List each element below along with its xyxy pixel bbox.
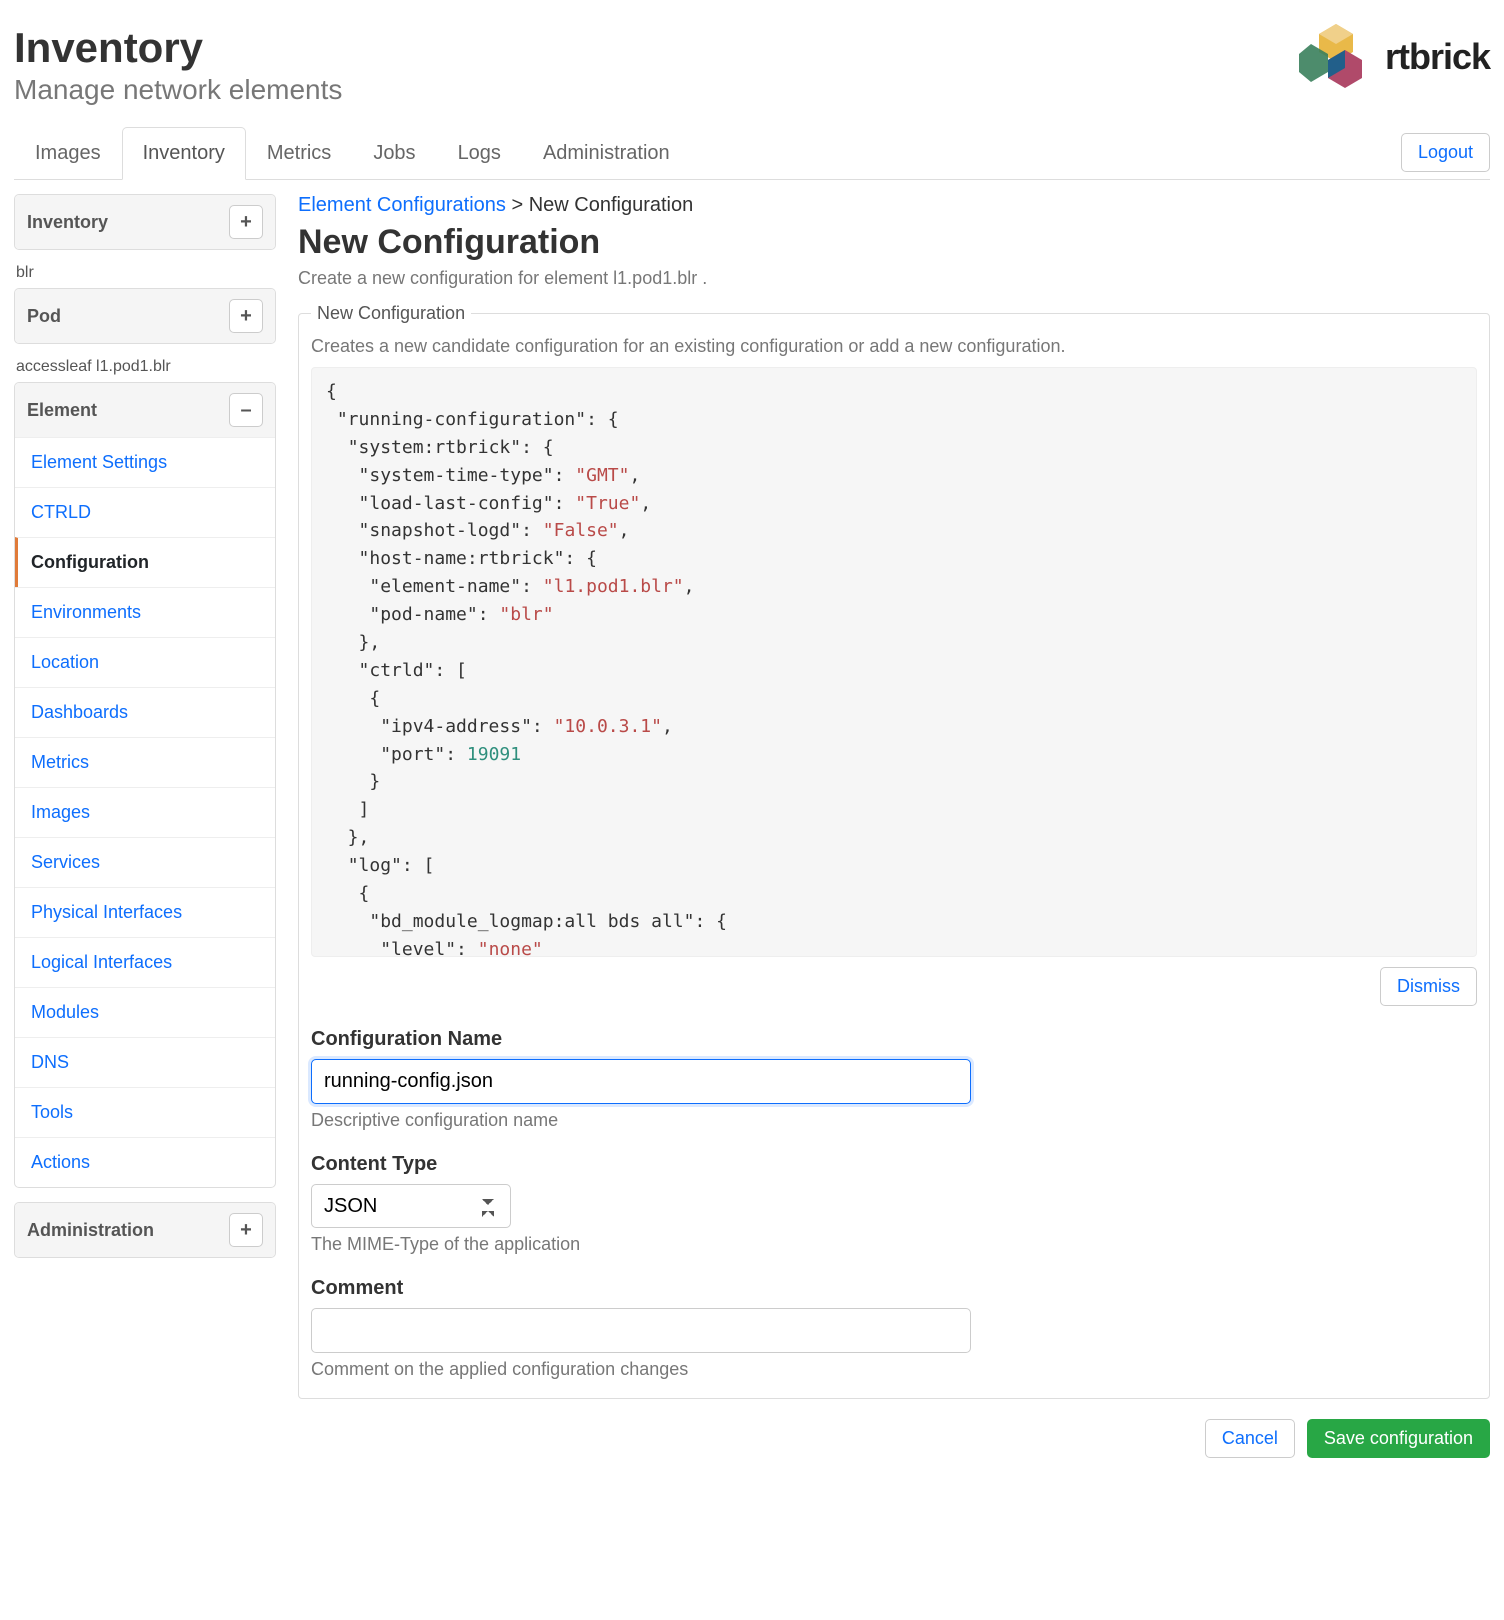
tab-administration[interactable]: Administration [522,127,691,180]
content-type-label: Content Type [311,1153,1477,1176]
sidebar-item-images[interactable]: Images [15,787,275,837]
sidebar-item-ctrld[interactable]: CTRLD [15,487,275,537]
sidebar-item-physical-interfaces[interactable]: Physical Interfaces [15,887,275,937]
config-name-input[interactable] [311,1059,971,1104]
sidebar-item-configuration[interactable]: Configuration [15,537,275,587]
sidebar-item-environments[interactable]: Environments [15,587,275,637]
breadcrumb-current: New Configuration [529,194,694,216]
sidebar-header-element[interactable]: Element– [15,383,275,437]
fieldset-description: Creates a new candidate configuration fo… [311,336,1477,357]
sidebar-group-administration: Administration+ [14,1202,276,1258]
config-json-editor[interactable]: { "running-configuration": { "system:rtb… [311,367,1477,957]
sidebar-item-services[interactable]: Services [15,837,275,887]
content-type-help: The MIME-Type of the application [311,1234,1477,1255]
config-name-label: Configuration Name [311,1028,1477,1051]
sidebar-context-label: blr [16,264,276,282]
sidebar-header-inventory[interactable]: Inventory+ [15,195,275,249]
tab-logs[interactable]: Logs [437,127,522,180]
comment-label: Comment [311,1277,1477,1300]
content-subtext: Create a new configuration for element l… [298,268,1490,289]
sidebar-item-location[interactable]: Location [15,637,275,687]
tab-images[interactable]: Images [14,127,122,180]
tab-inventory[interactable]: Inventory [122,127,246,180]
expand-icon[interactable]: + [229,205,263,239]
sidebar-item-modules[interactable]: Modules [15,987,275,1037]
save-configuration-button[interactable]: Save configuration [1307,1419,1490,1458]
fieldset-legend: New Configuration [311,303,471,324]
breadcrumb: Element Configurations > New Configurati… [298,194,1490,217]
sidebar-item-actions[interactable]: Actions [15,1137,275,1187]
sidebar-group-inventory: Inventory+ [14,194,276,250]
content-heading: New Configuration [298,223,1490,262]
sidebar-item-metrics[interactable]: Metrics [15,737,275,787]
tab-metrics[interactable]: Metrics [246,127,352,180]
sidebar-header-administration[interactable]: Administration+ [15,1203,275,1257]
sidebar-context-label: accessleaf l1.pod1.blr [16,358,276,376]
cancel-button[interactable]: Cancel [1205,1419,1295,1458]
sidebar-item-element-settings[interactable]: Element Settings [15,437,275,487]
collapse-icon[interactable]: – [229,393,263,427]
logout-button[interactable]: Logout [1401,133,1490,172]
dismiss-button[interactable]: Dismiss [1380,967,1477,1006]
breadcrumb-link[interactable]: Element Configurations [298,194,506,216]
sidebar-item-logical-interfaces[interactable]: Logical Interfaces [15,937,275,987]
expand-icon[interactable]: + [229,1213,263,1247]
page-title: Inventory [14,24,342,72]
sidebar-item-dns[interactable]: DNS [15,1037,275,1087]
sidebar-group-pod: Pod+ [14,288,276,344]
new-config-fieldset: New Configuration Creates a new candidat… [298,303,1490,1399]
rtbrick-cube-icon [1299,22,1373,92]
brand-text: rtbrick [1385,36,1490,78]
comment-input[interactable] [311,1308,971,1353]
tab-jobs[interactable]: Jobs [352,127,436,180]
page-subtitle: Manage network elements [14,74,342,106]
content-type-select[interactable]: JSON [311,1184,511,1228]
config-name-help: Descriptive configuration name [311,1110,1477,1131]
sidebar-header-pod[interactable]: Pod+ [15,289,275,343]
sidebar-group-element: Element–Element SettingsCTRLDConfigurati… [14,382,276,1188]
sidebar-item-tools[interactable]: Tools [15,1087,275,1137]
sidebar-item-dashboards[interactable]: Dashboards [15,687,275,737]
comment-help: Comment on the applied configuration cha… [311,1359,1477,1380]
expand-icon[interactable]: + [229,299,263,333]
brand-logo: rtbrick [1299,22,1490,92]
